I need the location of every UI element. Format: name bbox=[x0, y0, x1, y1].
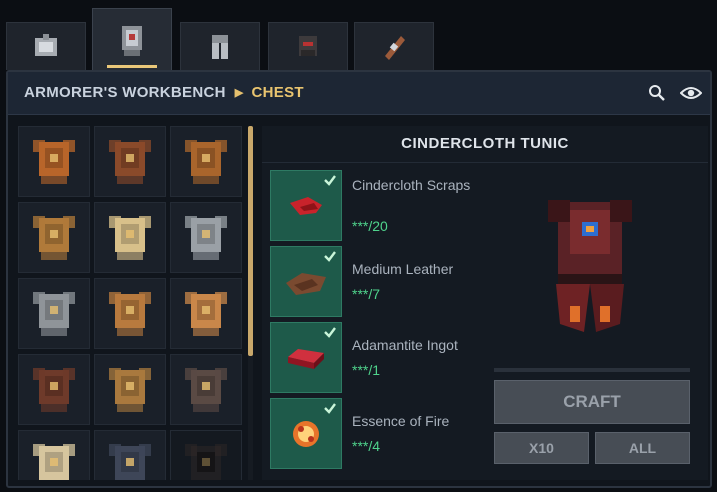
recipe-grid-item[interactable] bbox=[170, 126, 242, 197]
craft-progress-bar bbox=[494, 368, 690, 372]
leggings-icon bbox=[212, 34, 228, 59]
category-tab-bar bbox=[0, 0, 717, 70]
locked-chestplate-icon bbox=[185, 443, 227, 480]
iron-chestplate-icon bbox=[185, 215, 227, 260]
weapon-icon bbox=[385, 35, 405, 60]
ingot-icon bbox=[288, 348, 324, 369]
checkmark-icon bbox=[324, 251, 336, 262]
breadcrumb: ARMORER'S WORKBENCH ▶ CHEST bbox=[24, 84, 304, 101]
chestplate-icon bbox=[122, 25, 142, 56]
recipe-grid bbox=[18, 126, 244, 480]
breadcrumb-separator-icon: ▶ bbox=[234, 87, 244, 99]
ingredient-slot[interactable] bbox=[270, 322, 342, 393]
fire-essence-icon bbox=[293, 420, 319, 447]
checkmark-icon bbox=[324, 327, 336, 338]
ingredient-name: Essence of Fire bbox=[352, 413, 450, 429]
armor-stand-icon bbox=[35, 33, 57, 56]
recipe-grid-item[interactable] bbox=[170, 278, 242, 349]
fringed-vest-icon bbox=[109, 291, 151, 336]
ingredient-name: Medium Leather bbox=[352, 261, 454, 277]
recipe-grid-item[interactable] bbox=[94, 354, 166, 425]
craft-all-button[interactable]: ALL bbox=[595, 432, 690, 464]
dark-leather-icon bbox=[33, 367, 75, 412]
recipe-title: CINDERCLOTH TUNIC bbox=[262, 126, 708, 163]
shadow-chestplate-icon bbox=[109, 443, 151, 480]
studded-vest-icon bbox=[109, 367, 151, 412]
recipe-detail-panel: CINDERCLOTH TUNIC Cindercloth Scraps ***… bbox=[262, 126, 708, 480]
leather-icon bbox=[286, 272, 326, 295]
cloth-tunic-icon bbox=[185, 291, 227, 336]
search-icon[interactable] bbox=[646, 82, 668, 104]
ingredient-quantity: ***/7 bbox=[352, 286, 381, 302]
ingredient-name: Adamantite Ingot bbox=[352, 337, 458, 353]
recipe-grid-item[interactable] bbox=[18, 126, 90, 197]
ingredient-slot[interactable] bbox=[270, 398, 342, 469]
leather-chestplate-icon bbox=[109, 139, 151, 184]
crafting-window: ARMORER'S WORKBENCH ▶ CHEST CINDERCLOTH … bbox=[6, 70, 712, 488]
craft-x10-button[interactable]: X10 bbox=[494, 432, 589, 464]
fur-chestplate-icon bbox=[33, 443, 75, 480]
tab-head[interactable] bbox=[268, 22, 348, 70]
breadcrumb-parent[interactable]: ARMORER'S WORKBENCH bbox=[24, 84, 226, 101]
copper-vest-icon bbox=[185, 139, 227, 184]
cobalt-vest-icon bbox=[185, 367, 227, 412]
tab-legs[interactable] bbox=[180, 22, 260, 70]
recipe-grid-item[interactable] bbox=[18, 202, 90, 273]
ingredient-quantity: ***/4 bbox=[352, 438, 381, 454]
tab-armor-stand[interactable] bbox=[6, 22, 86, 70]
ingredient-name: Cindercloth Scraps bbox=[352, 177, 471, 193]
recipe-grid-item[interactable] bbox=[94, 278, 166, 349]
tab-chest[interactable] bbox=[92, 8, 172, 70]
breadcrumb-current: CHEST bbox=[251, 84, 304, 101]
recipe-grid-item[interactable] bbox=[18, 278, 90, 349]
checkmark-icon bbox=[324, 175, 336, 186]
ingredient-quantity: ***/1 bbox=[352, 362, 381, 378]
recipe-grid-item[interactable] bbox=[170, 354, 242, 425]
recipe-grid-item[interactable] bbox=[94, 430, 166, 480]
helmet-icon bbox=[299, 35, 317, 56]
steel-chestplate-icon bbox=[33, 291, 75, 336]
recipe-grid-item[interactable] bbox=[170, 202, 242, 273]
recipe-grid-item[interactable] bbox=[94, 126, 166, 197]
checkmark-icon bbox=[324, 403, 336, 414]
grid-scrollbar-thumb[interactable] bbox=[248, 126, 253, 356]
recipe-grid-item[interactable] bbox=[18, 354, 90, 425]
eye-icon[interactable] bbox=[680, 82, 702, 104]
recipe-grid-item[interactable] bbox=[94, 202, 166, 273]
wool-robe-icon bbox=[109, 215, 151, 260]
cloth-scrap-icon bbox=[290, 196, 322, 215]
recipe-grid-item[interactable] bbox=[170, 430, 242, 480]
window-header: ARMORER'S WORKBENCH ▶ CHEST bbox=[8, 72, 710, 115]
cindercloth-tunic-icon bbox=[548, 200, 632, 332]
ingredient-slot[interactable] bbox=[270, 246, 342, 317]
tab-weapons[interactable] bbox=[354, 22, 434, 70]
craft-button[interactable]: CRAFT bbox=[494, 380, 690, 424]
ingredient-slot[interactable] bbox=[270, 170, 342, 241]
bronze-chestplate-icon bbox=[33, 215, 75, 260]
recipe-grid-item[interactable] bbox=[18, 430, 90, 480]
ingredient-quantity: ***/20 bbox=[352, 218, 388, 234]
copper-chestplate-icon bbox=[33, 139, 75, 184]
